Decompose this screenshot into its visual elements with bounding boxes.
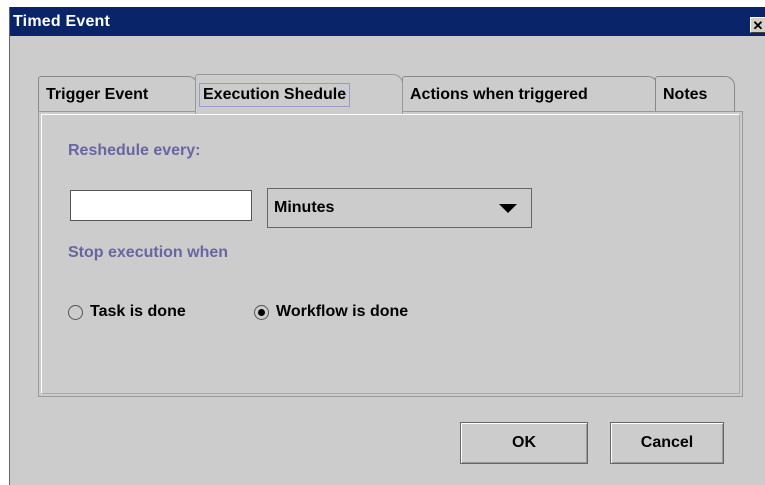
tab-execution-schedule[interactable]: Execution Shedule <box>195 74 403 114</box>
window-title: Timed Event <box>13 12 111 30</box>
tab-trigger-event[interactable]: Trigger Event <box>38 76 198 112</box>
radio-icon <box>68 304 83 320</box>
radio-task-done[interactable]: Task is done <box>68 303 186 321</box>
tab-actions-when-triggered[interactable]: Actions when triggered <box>402 76 658 112</box>
radio-label: Task is done <box>90 303 186 320</box>
tab-label: Execution Shedule <box>199 82 351 107</box>
tab-notes[interactable]: Notes <box>655 76 735 112</box>
cancel-button[interactable]: Cancel <box>610 422 724 464</box>
interval-input[interactable] <box>70 190 252 221</box>
execution-schedule-panel: Reshedule every: Minutes Stop execution … <box>38 111 743 397</box>
close-icon[interactable]: ✕ <box>750 17 765 33</box>
ok-button[interactable]: OK <box>460 422 588 464</box>
chevron-down-icon <box>499 204 517 213</box>
reschedule-label: Reshedule every: <box>68 142 201 159</box>
radio-workflow-done[interactable]: Workflow is done <box>254 303 408 321</box>
title-bar[interactable]: Timed Event ✕ <box>10 7 765 36</box>
tab-label: Trigger Event <box>46 85 149 103</box>
unit-dropdown-value: Minutes <box>274 199 335 216</box>
tab-label: Actions when triggered <box>410 85 588 103</box>
radio-selected-icon <box>254 304 269 320</box>
tab-label: Notes <box>663 85 708 103</box>
unit-dropdown[interactable]: Minutes <box>267 188 532 228</box>
stop-execution-label: Stop execution when <box>68 244 229 261</box>
timed-event-dialog: Timed Event ✕ Trigger Event Execution Sh… <box>9 7 765 485</box>
radio-label: Workflow is done <box>276 303 409 320</box>
